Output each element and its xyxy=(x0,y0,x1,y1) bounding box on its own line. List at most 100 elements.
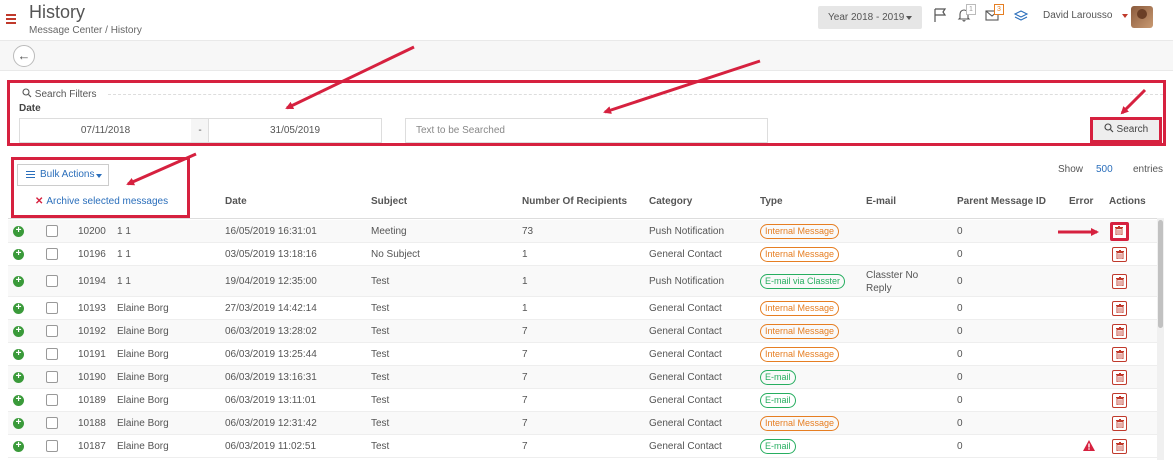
expand-row-icon[interactable]: + xyxy=(13,349,24,360)
search-filters-label: Search Filters xyxy=(34,89,97,100)
bulk-actions-button[interactable]: Bulk Actions xyxy=(17,164,109,186)
layers-icon[interactable] xyxy=(1013,7,1031,25)
column-header-type[interactable]: Type xyxy=(760,196,783,207)
user-menu-caret-icon[interactable] xyxy=(1122,14,1128,18)
row-checkbox[interactable] xyxy=(46,275,58,287)
message-id: 10192 xyxy=(78,326,106,337)
delete-trash-icon[interactable] xyxy=(1112,370,1127,385)
column-header-subject[interactable]: Subject xyxy=(371,196,407,207)
table-row[interactable]: +10200 1 1 16/05/2019 16:31:01 Meeting 73 Pus… xyxy=(8,220,1158,243)
delete-trash-icon[interactable] xyxy=(1112,347,1127,362)
column-header-email[interactable]: E-mail xyxy=(866,196,896,207)
table-row[interactable]: +10189 Elaine Borg 06/03/2019 13:11:01 Test… xyxy=(8,389,1158,412)
recipient-count: 7 xyxy=(522,441,528,452)
archive-selected-menu-item[interactable]: ✕ Archive selected messages xyxy=(35,196,168,207)
recipient-count: 7 xyxy=(522,418,528,429)
column-header-parent[interactable]: Parent Message ID xyxy=(957,196,1046,207)
delete-trash-icon[interactable] xyxy=(1112,301,1127,316)
message-id: 10188 xyxy=(78,418,106,429)
row-checkbox[interactable] xyxy=(46,348,58,360)
table-row[interactable]: +10188 Elaine Borg 06/03/2019 12:31:42 Test… xyxy=(8,412,1158,435)
user-name[interactable]: David Larousso xyxy=(1043,10,1112,21)
expand-row-icon[interactable]: + xyxy=(13,276,24,287)
parent-message-id: 0 xyxy=(957,372,963,383)
bulk-actions-menu: Bulk Actions ✕ Archive selected messages xyxy=(11,157,190,218)
avatar[interactable] xyxy=(1131,6,1153,28)
expand-row-icon[interactable]: + xyxy=(13,441,24,452)
list-icon xyxy=(26,171,35,180)
delete-trash-icon[interactable] xyxy=(1112,324,1127,339)
row-checkbox[interactable] xyxy=(46,440,58,452)
divider xyxy=(108,94,1163,95)
entries-label: entries xyxy=(1133,164,1164,175)
column-header-category[interactable]: Category xyxy=(649,196,692,207)
table-row[interactable]: +10192 Elaine Borg 06/03/2019 13:28:02 Test… xyxy=(8,320,1158,343)
expand-row-icon[interactable]: + xyxy=(13,418,24,429)
search-text-input[interactable]: Text to be Searched xyxy=(405,118,768,143)
row-checkbox[interactable] xyxy=(46,225,58,237)
scrollbar-thumb[interactable] xyxy=(1158,220,1163,328)
entries-count-select[interactable]: 500 xyxy=(1096,164,1113,175)
expand-row-icon[interactable]: + xyxy=(13,326,24,337)
delete-trash-icon[interactable] xyxy=(1112,393,1127,408)
delete-trash-icon[interactable] xyxy=(1110,222,1129,241)
message-category: General Contact xyxy=(649,418,722,429)
message-subject: Test xyxy=(371,349,390,360)
expand-row-icon[interactable]: + xyxy=(13,249,24,260)
flag-icon[interactable] xyxy=(932,7,950,25)
table-row[interactable]: +10194 1 1 19/04/2019 12:35:00 Test 1 Push No… xyxy=(8,266,1158,297)
message-date: 06/03/2019 13:16:31 xyxy=(225,372,317,383)
delete-trash-icon[interactable] xyxy=(1112,439,1127,454)
row-checkbox[interactable] xyxy=(46,394,58,406)
message-category: Push Notification xyxy=(649,226,725,237)
search-button[interactable]: Search xyxy=(1090,117,1162,143)
table-row[interactable]: +10191 Elaine Borg 06/03/2019 13:25:44 Test… xyxy=(8,343,1158,366)
expand-row-icon[interactable]: + xyxy=(13,226,24,237)
recipient-count: 1 xyxy=(522,276,528,287)
sender-name: Elaine Borg xyxy=(117,326,169,337)
type-badge: E-mail xyxy=(760,393,796,408)
date-to-input[interactable]: 31/05/2019 xyxy=(208,118,382,143)
delete-trash-icon[interactable] xyxy=(1112,274,1127,289)
table-row[interactable]: +10187 Elaine Borg 06/03/2019 11:02:51 Test… xyxy=(8,435,1158,458)
expand-row-icon[interactable]: + xyxy=(13,372,24,383)
message-category: General Contact xyxy=(649,303,722,314)
scrollbar[interactable] xyxy=(1157,218,1164,460)
message-id: 10189 xyxy=(78,395,106,406)
table-header-divider xyxy=(8,218,1158,219)
delete-trash-icon[interactable] xyxy=(1112,247,1127,262)
table-row[interactable]: +10190 Elaine Borg 06/03/2019 13:16:31 Test… xyxy=(8,366,1158,389)
table-row[interactable]: +10196 1 1 03/05/2019 13:18:16 No Subject 1 G… xyxy=(8,243,1158,266)
year-select[interactable]: Year 2018 - 2019 xyxy=(818,6,922,29)
back-arrow-icon[interactable]: ← xyxy=(13,45,35,67)
row-checkbox[interactable] xyxy=(46,325,58,337)
bell-icon[interactable]: 1 xyxy=(956,4,976,25)
row-checkbox[interactable] xyxy=(46,417,58,429)
hamburger-menu-icon[interactable] xyxy=(6,14,16,24)
message-date: 27/03/2019 14:42:14 xyxy=(225,303,317,314)
search-filters-panel: Search Filters Date 07/11/2018 - 31/05/2… xyxy=(7,80,1166,146)
date-from-input[interactable]: 07/11/2018 xyxy=(19,118,192,143)
column-header-error[interactable]: Error xyxy=(1069,196,1093,207)
recipient-count: 1 xyxy=(522,249,528,260)
message-id: 10193 xyxy=(78,303,106,314)
row-checkbox[interactable] xyxy=(46,248,58,260)
envelope-icon[interactable]: 3 xyxy=(984,4,1004,25)
column-header-actions: Actions xyxy=(1109,196,1146,207)
message-category: General Contact xyxy=(649,326,722,337)
sender-name: 1 1 xyxy=(117,276,131,287)
row-checkbox[interactable] xyxy=(46,371,58,383)
expand-row-icon[interactable]: + xyxy=(13,303,24,314)
date-separator: - xyxy=(191,118,209,143)
message-id: 10191 xyxy=(78,349,106,360)
table-row[interactable]: +10193 Elaine Borg 27/03/2019 14:42:14 Test… xyxy=(8,297,1158,320)
delete-trash-icon[interactable] xyxy=(1112,416,1127,431)
row-checkbox[interactable] xyxy=(46,302,58,314)
message-subject: Test xyxy=(371,372,390,383)
expand-row-icon[interactable]: + xyxy=(13,395,24,406)
parent-message-id: 0 xyxy=(957,418,963,429)
parent-message-id: 0 xyxy=(957,249,963,260)
year-select-label: Year 2018 - 2019 xyxy=(828,12,905,23)
column-header-recipients[interactable]: Number Of Recipients xyxy=(522,196,627,207)
column-header-date[interactable]: Date xyxy=(225,196,247,207)
